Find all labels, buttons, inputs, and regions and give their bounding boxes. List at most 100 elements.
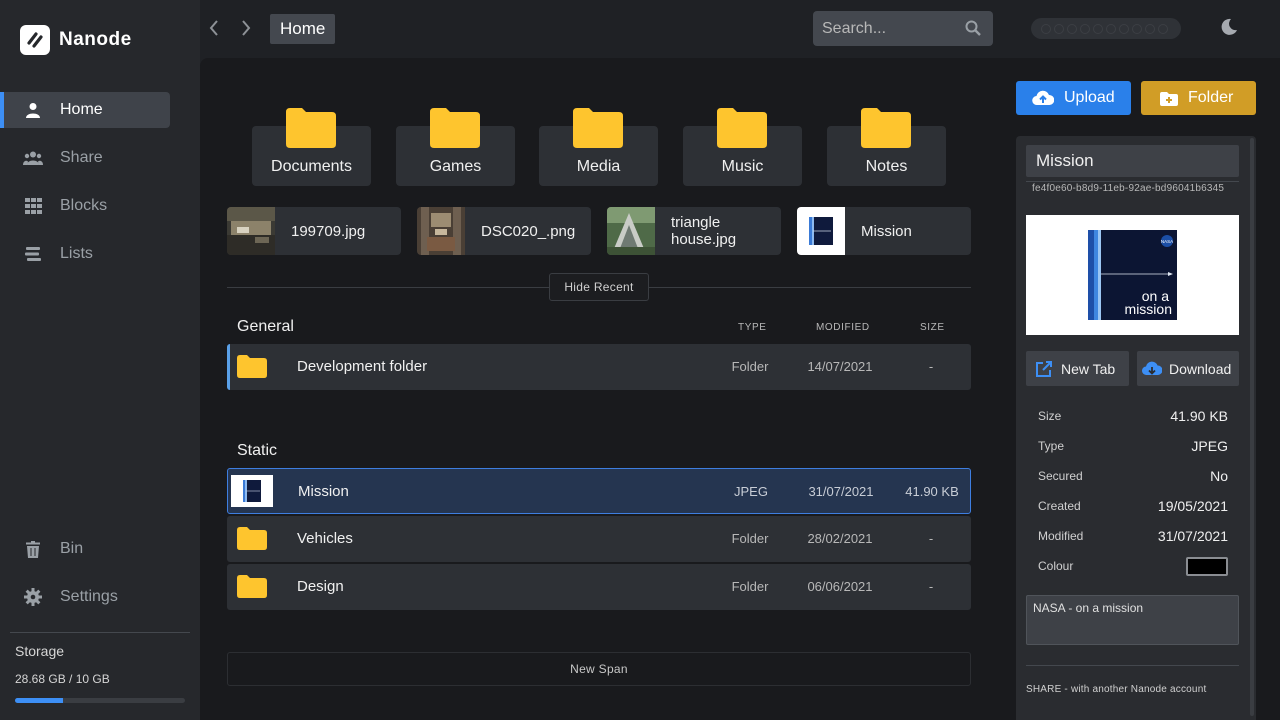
file-row-mission[interactable]: Mission JPEG 31/07/2021 41.90 KB [227,468,971,514]
folder-label: Media [576,158,621,175]
details-divider [1026,665,1239,666]
file-name: Development folder [297,358,428,375]
meta-value: 31/07/2021 [1157,528,1228,544]
folder-icon [717,108,767,148]
meta-key: Created [1038,499,1081,513]
image-thumbnail [227,207,275,255]
folder-icon [237,527,267,550]
storage-value: 28.68 GB / 10 GB [15,672,110,686]
file-row-design[interactable]: Design Folder 06/06/2021 - [227,564,971,610]
sidebar-item-label: Bin [60,540,84,557]
colour-swatch[interactable] [1186,556,1228,576]
folder-tile-documents[interactable]: Documents [252,108,371,186]
sidebar: Nanode Home Share Blocks Lists Bin Setti… [0,0,200,720]
meta-value: 19/05/2021 [1157,498,1228,514]
file-size: 41.90 KB [905,484,959,499]
meta-value: No [1210,468,1228,484]
sidebar-item-bin[interactable]: Bin [0,531,200,567]
details-notes-textarea[interactable]: NASA - on a mission [1026,595,1239,645]
gear-icon [23,588,43,606]
image-thumbnail [607,207,655,255]
theme-toggle-moon-icon[interactable] [1220,18,1238,41]
new-span-button[interactable]: New Span [227,652,971,686]
file-row-vehicles[interactable]: Vehicles Folder 28/02/2021 - [227,516,971,562]
sidebar-item-blocks[interactable]: Blocks [0,188,200,224]
file-name: Vehicles [297,530,353,547]
back-button[interactable] [204,18,224,38]
file-type: Folder [731,531,769,546]
folder-tile-media[interactable]: Media [539,108,658,186]
meta-key: Colour [1038,559,1074,573]
external-link-icon [1035,360,1053,378]
file-modified: 28/02/2021 [807,531,873,546]
recent-file-name: DSC020_.png [481,222,576,240]
folder-icon [861,108,911,148]
hide-recent-button[interactable]: Hide Recent [549,273,649,301]
upload-button[interactable]: Upload [1016,81,1131,115]
logo-icon [20,25,50,55]
upload-label: Upload [1064,89,1115,106]
file-row-development-folder[interactable]: Development folder Folder 14/07/2021 - [227,344,971,390]
folder-tile-games[interactable]: Games [396,108,515,186]
sidebar-item-lists[interactable]: Lists [0,236,200,272]
meta-key: Size [1038,409,1062,423]
user-icon [23,102,43,118]
chevron-left-icon [209,20,218,36]
file-modified: 31/07/2021 [808,484,874,499]
details-image-preview[interactable]: NASA on a mission [1026,215,1239,335]
search-icon[interactable] [965,20,981,41]
download-button[interactable]: Download [1137,351,1239,386]
sidebar-bottom-nav: Bin Settings [0,531,200,627]
folder-label: Documents [271,158,352,175]
file-type: JPEG [734,484,768,499]
download-label: Download [1169,360,1232,377]
sidebar-item-share[interactable]: Share [0,140,200,176]
folder-icon [573,108,623,148]
app-logo[interactable]: Nanode [20,25,132,55]
sidebar-item-label: Share [60,149,103,166]
cloud-upload-icon [1032,90,1054,106]
recent-file-mission[interactable]: Mission [797,207,971,255]
folder-plus-icon [1160,91,1178,106]
file-type: Folder [731,359,769,374]
meta-key: Type [1038,439,1065,453]
recent-file-dsc020[interactable]: DSC020_.png [417,207,591,255]
open-new-tab-button[interactable]: New Tab [1026,351,1129,386]
folder-tile-notes[interactable]: Notes [827,108,946,186]
folder-label: Games [429,158,482,175]
main-panel: Documents Games Media Music Notes 199709… [200,58,1280,720]
meta-key: Secured [1038,469,1083,483]
file-name: Design [297,578,344,595]
sidebar-item-home[interactable]: Home [0,92,170,128]
grid-icon [23,198,43,214]
topbar: Home [200,0,1280,58]
column-header-type: TYPE [738,322,767,333]
storage-bar-fill [15,698,63,703]
sidebar-item-label: Home [60,101,103,118]
sidebar-nav: Home Share Blocks Lists [0,92,200,284]
search-input[interactable] [822,11,962,46]
recent-file-triangle-house[interactable]: triangle house.jpg [607,207,781,255]
new-tab-label: New Tab [1061,360,1116,377]
storage-bar [15,698,185,703]
folder-label: Music [721,158,764,175]
recent-file-199709[interactable]: 199709.jpg [227,207,401,255]
account-indicator[interactable] [1031,18,1181,39]
chevron-right-icon [242,20,251,36]
sidebar-item-settings[interactable]: Settings [0,579,200,615]
meta-value: JPEG [1191,438,1228,454]
sidebar-item-label: Blocks [60,197,108,214]
folder-icon [237,575,267,598]
list-icon [23,246,43,262]
new-folder-button[interactable]: Folder [1141,81,1256,115]
breadcrumb-home[interactable]: Home [270,14,336,44]
details-name-field[interactable]: Mission [1026,145,1239,177]
sidebar-item-label: Lists [60,245,93,262]
share-section-title: SHARE - with another Nanode account [1026,684,1207,695]
details-scrollbar[interactable] [1250,138,1254,716]
meta-type: Type JPEG [1038,431,1228,461]
folder-tile-music[interactable]: Music [683,108,802,186]
forward-button[interactable] [236,18,256,38]
image-thumbnail [231,475,273,507]
cloud-download-icon [1142,361,1162,376]
